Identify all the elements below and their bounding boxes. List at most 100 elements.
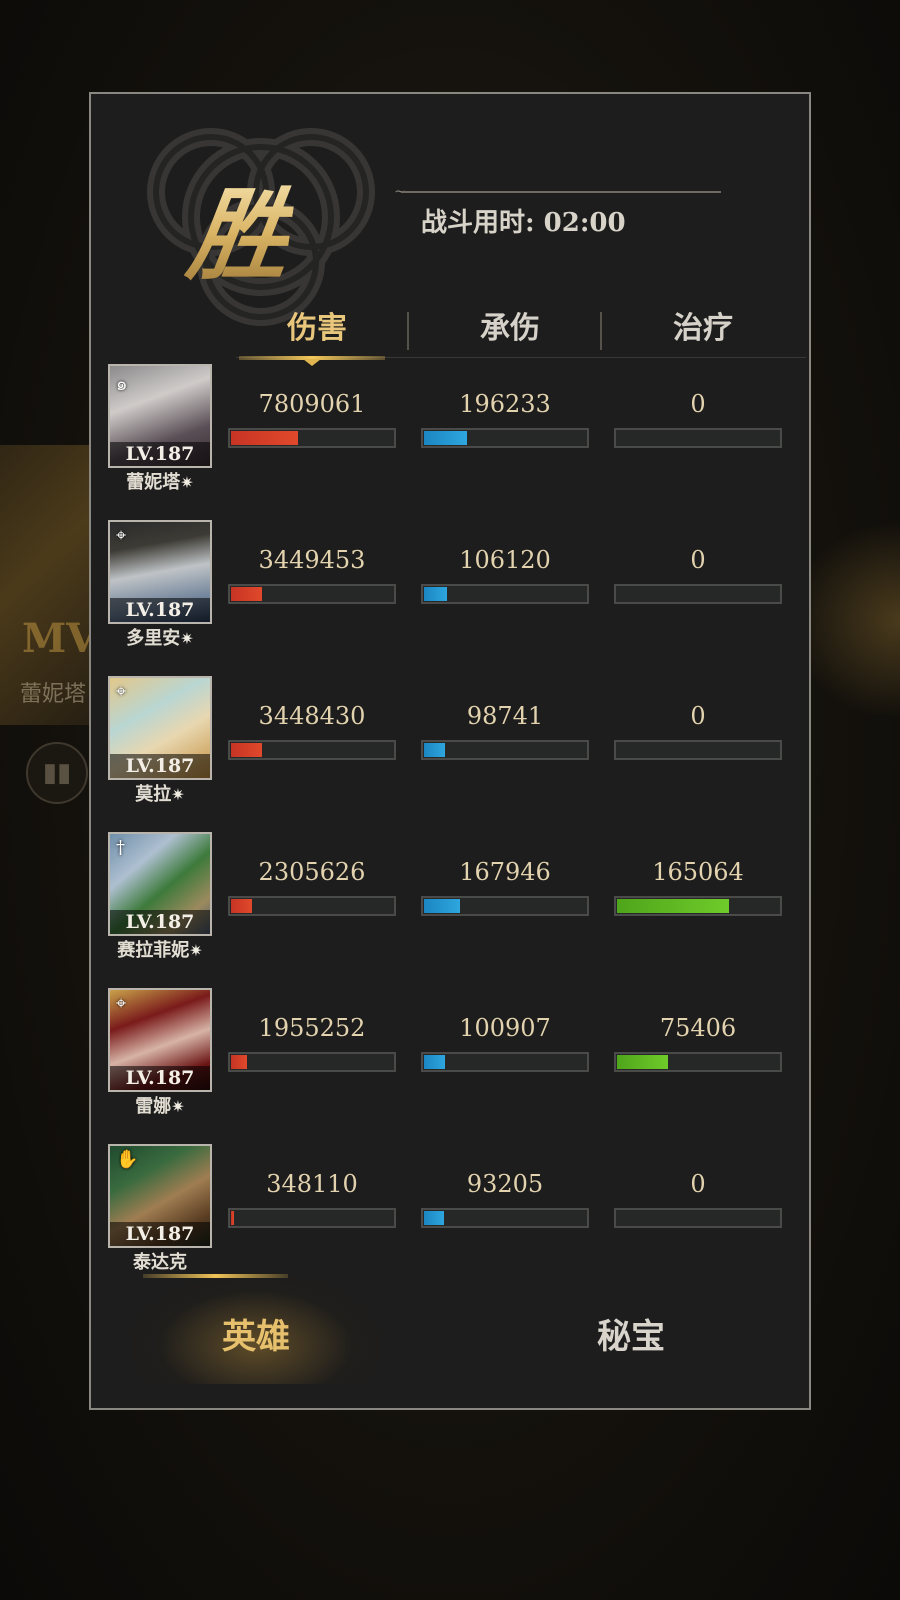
spiral-icon: ๑ bbox=[116, 374, 128, 395]
heal-bar bbox=[614, 584, 782, 604]
heal-bar bbox=[614, 896, 782, 916]
hero-level: LV.187 bbox=[110, 910, 210, 934]
taken-value: 196233 bbox=[459, 390, 551, 418]
heal-bar-fill bbox=[617, 899, 729, 913]
star-icon: ✷ bbox=[180, 629, 194, 648]
hero-level: LV.187 bbox=[110, 1222, 210, 1246]
hero-portrait[interactable]: ⌖ LV.187 bbox=[108, 676, 212, 780]
bow-icon: ⌖ bbox=[116, 525, 127, 546]
taken-value: 106120 bbox=[459, 546, 551, 574]
stat-tabs: 伤害 承伤 治疗 bbox=[221, 304, 801, 354]
damage-bar-fill bbox=[231, 1211, 234, 1225]
battle-stats-panel: 胜 ~ 战斗用时: 02:00 伤害 承伤 治疗 ๑ LV.187 蕾妮塔✷ 7… bbox=[89, 92, 811, 1410]
hero-name: 蕾妮塔✷ bbox=[91, 468, 229, 494]
star-icon: ✷ bbox=[180, 473, 194, 492]
taken-bar bbox=[421, 896, 589, 916]
taken-bar-fill bbox=[424, 587, 447, 601]
taken-bar bbox=[421, 740, 589, 760]
heal-value: 75406 bbox=[659, 1014, 737, 1042]
damage-bar-fill bbox=[231, 587, 262, 601]
hero-row[interactable]: ๑ LV.187 蕾妮塔✷ 7809061 196233 0 bbox=[91, 364, 813, 520]
star-icon: ✷ bbox=[171, 1097, 185, 1116]
taken-bar bbox=[421, 1208, 589, 1228]
nav-heroes-button[interactable]: 英雄 bbox=[131, 1274, 381, 1384]
taken-bar bbox=[421, 1052, 589, 1072]
nav-heroes-label: 英雄 bbox=[222, 1317, 290, 1357]
taken-bar-fill bbox=[424, 743, 445, 757]
hero-level: LV.187 bbox=[110, 442, 210, 466]
damage-bar bbox=[228, 896, 396, 916]
hero-name-text: 莫拉 bbox=[135, 784, 172, 805]
hero-level: LV.187 bbox=[110, 598, 210, 622]
taken-bar-fill bbox=[424, 899, 460, 913]
hero-row[interactable]: ⌖ LV.187 莫拉✷ 3448430 98741 0 bbox=[91, 676, 813, 832]
bottom-nav: 英雄 秘宝 bbox=[91, 1274, 813, 1384]
battle-time: 战斗用时: 02:00 bbox=[421, 208, 626, 238]
heal-bar bbox=[614, 1208, 782, 1228]
hero-name-text: 蕾妮塔 bbox=[126, 472, 181, 493]
damage-value: 3448430 bbox=[258, 702, 366, 730]
damage-bar bbox=[228, 1052, 396, 1072]
hero-portrait[interactable]: † LV.187 bbox=[108, 832, 212, 936]
heal-bar-fill bbox=[617, 1055, 668, 1069]
cross-icon: † bbox=[116, 837, 125, 858]
taken-bar-fill bbox=[424, 1055, 445, 1069]
victory-glyph: 胜 bbox=[181, 154, 301, 299]
damage-bar bbox=[228, 740, 396, 760]
mvp-label: MV bbox=[22, 615, 98, 662]
hero-row[interactable]: † LV.187 赛拉菲妮✷ 2305626 167946 165064 bbox=[91, 832, 813, 988]
mvp-hero-name: 蕾妮塔 bbox=[20, 682, 87, 707]
damage-bar-fill bbox=[231, 431, 298, 445]
heal-value: 0 bbox=[690, 390, 706, 418]
tab-damage[interactable]: 伤害 bbox=[221, 304, 413, 354]
damage-value: 7809061 bbox=[258, 390, 366, 418]
heal-value: 0 bbox=[690, 1170, 706, 1198]
header-divider bbox=[401, 191, 721, 193]
hero-name: 多里安✷ bbox=[91, 624, 229, 650]
hero-portrait[interactable]: ⌖ LV.187 bbox=[108, 520, 212, 624]
hero-portrait[interactable]: ๑ LV.187 bbox=[108, 364, 212, 468]
star-icon: ✷ bbox=[171, 785, 185, 804]
bow-icon: ⌖ bbox=[116, 681, 127, 702]
taken-value: 100907 bbox=[459, 1014, 551, 1042]
hero-name-text: 赛拉菲妮 bbox=[117, 940, 190, 961]
hero-name: 赛拉菲妮✷ bbox=[91, 936, 229, 962]
hero-level: LV.187 bbox=[110, 754, 210, 778]
hero-name: 泰达克 bbox=[91, 1248, 229, 1274]
bow-icon: ⌖ bbox=[116, 993, 127, 1014]
hero-name-text: 雷娜 bbox=[135, 1096, 172, 1117]
heal-value: 0 bbox=[690, 546, 706, 574]
taken-bar bbox=[421, 584, 589, 604]
taken-value: 98741 bbox=[466, 702, 544, 730]
hero-name-text: 多里安 bbox=[126, 628, 181, 649]
heal-bar bbox=[614, 1052, 782, 1072]
nav-active-indicator bbox=[143, 1274, 288, 1278]
hero-name-text: 泰达克 bbox=[133, 1252, 187, 1273]
hero-portrait[interactable]: ⌖ LV.187 bbox=[108, 988, 212, 1092]
damage-bar bbox=[228, 428, 396, 448]
star-icon: ✷ bbox=[189, 941, 203, 960]
hero-name: 雷娜✷ bbox=[91, 1092, 229, 1118]
hero-row[interactable]: ⌖ LV.187 雷娜✷ 1955252 100907 75406 bbox=[91, 988, 813, 1144]
stats-button[interactable]: ▮▮ bbox=[26, 742, 88, 804]
damage-value: 2305626 bbox=[258, 858, 366, 886]
hero-row[interactable]: ⌖ LV.187 多里安✷ 3449453 106120 0 bbox=[91, 520, 813, 676]
damage-bar-fill bbox=[231, 743, 262, 757]
damage-value: 348110 bbox=[266, 1170, 358, 1198]
heal-bar bbox=[614, 740, 782, 760]
taken-value: 93205 bbox=[466, 1170, 544, 1198]
tab-separator bbox=[600, 312, 602, 350]
damage-bar bbox=[228, 584, 396, 604]
hand-icon: ✋ bbox=[116, 1149, 139, 1170]
nav-treasure-button[interactable]: 秘宝 bbox=[531, 1309, 731, 1358]
taken-value: 167946 bbox=[459, 858, 551, 886]
tab-damage-taken[interactable]: 承伤 bbox=[414, 304, 606, 354]
tab-healing[interactable]: 治疗 bbox=[607, 304, 799, 354]
hero-portrait[interactable]: ✋ LV.187 bbox=[108, 1144, 212, 1248]
taken-bar bbox=[421, 428, 589, 448]
damage-bar-fill bbox=[231, 1055, 247, 1069]
damage-value: 3449453 bbox=[258, 546, 366, 574]
heal-value: 165064 bbox=[652, 858, 744, 886]
heal-value: 0 bbox=[690, 702, 706, 730]
heal-bar bbox=[614, 428, 782, 448]
